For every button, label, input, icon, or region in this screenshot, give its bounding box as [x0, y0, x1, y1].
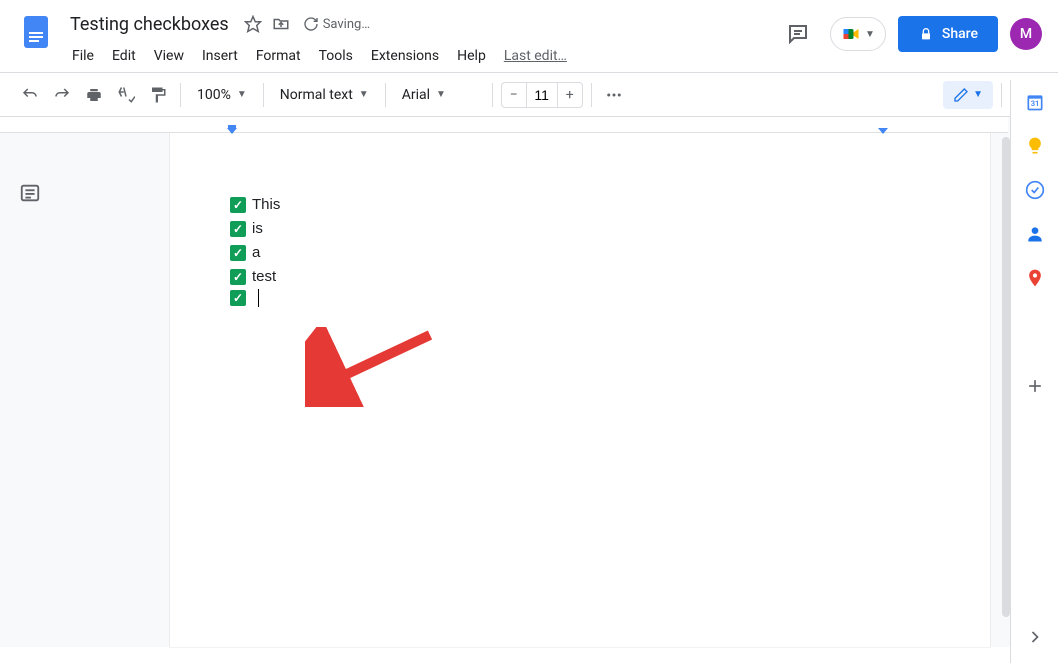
move-folder-icon[interactable] [271, 14, 291, 34]
menu-edit[interactable]: Edit [104, 44, 144, 68]
right-sidebar: 31 [1010, 80, 1058, 663]
checkbox-checked-icon[interactable] [230, 269, 246, 285]
toolbar-separator [180, 83, 181, 107]
checklist-item[interactable]: This [230, 193, 930, 217]
menu-help[interactable]: Help [449, 44, 494, 68]
saving-label: Saving… [323, 17, 370, 32]
print-button[interactable] [80, 81, 108, 109]
checklist-item[interactable]: a [230, 241, 930, 265]
editing-mode-button[interactable]: ▼ [943, 81, 993, 109]
outline-button[interactable] [14, 177, 46, 209]
checkbox-checked-icon[interactable] [230, 290, 246, 306]
checklist-item-text[interactable]: test [252, 265, 276, 289]
keep-icon[interactable] [1025, 136, 1045, 156]
avatar[interactable]: M [1010, 18, 1042, 50]
chevron-down-icon: ▼ [237, 89, 247, 100]
zoom-value: 100% [197, 87, 231, 103]
checkbox-checked-icon[interactable] [230, 221, 246, 237]
menu-extensions[interactable]: Extensions [363, 44, 447, 68]
undo-button[interactable] [16, 81, 44, 109]
style-value: Normal text [280, 87, 353, 103]
checkbox-checked-icon[interactable] [230, 245, 246, 261]
pencil-icon [953, 87, 969, 103]
toolbar: 100% ▼ Normal text ▼ Arial ▼ − + ▼ [0, 73, 1058, 117]
chevron-down-icon: ▼ [973, 89, 983, 100]
ruler-right-indent-marker[interactable] [877, 125, 889, 135]
font-size-control: − + [501, 82, 583, 108]
menu-tools[interactable]: Tools [311, 44, 361, 68]
star-icon[interactable] [243, 14, 263, 34]
menu-view[interactable]: View [146, 44, 192, 68]
menu-bar: File Edit View Insert Format Tools Exten… [64, 42, 778, 70]
ruler[interactable] [0, 117, 1008, 133]
font-size-input[interactable] [526, 83, 558, 107]
style-select[interactable]: Normal text ▼ [272, 83, 377, 107]
title-area: Testing checkboxes Saving… File Edit Vie… [64, 8, 778, 70]
toolbar-separator [263, 83, 264, 107]
more-tools-button[interactable] [600, 81, 628, 109]
header-right: ▼ Share M [778, 14, 1042, 54]
toolbar-separator [492, 83, 493, 107]
add-addon-icon[interactable] [1025, 376, 1045, 396]
saving-status: Saving… [303, 16, 370, 32]
redo-button[interactable] [48, 81, 76, 109]
meet-icon [841, 24, 861, 44]
tasks-icon[interactable] [1025, 180, 1045, 200]
font-size-increase[interactable]: + [558, 83, 582, 107]
toolbar-separator [1001, 83, 1002, 107]
checklist-item[interactable] [230, 289, 930, 307]
menu-file[interactable]: File [64, 44, 102, 68]
toolbar-separator [591, 83, 592, 107]
chevron-down-icon: ▼ [359, 89, 369, 100]
checklist-item-text[interactable]: is [252, 217, 263, 241]
maps-icon[interactable] [1025, 268, 1045, 288]
paint-format-button[interactable] [144, 81, 172, 109]
checklist-item[interactable]: is [230, 217, 930, 241]
svg-text:31: 31 [1030, 99, 1039, 108]
toolbar-separator [385, 83, 386, 107]
lock-icon [918, 26, 934, 42]
checklist-item-text[interactable]: a [252, 241, 260, 265]
collapse-sidebar-icon[interactable] [1025, 627, 1045, 647]
contacts-icon[interactable] [1025, 224, 1045, 244]
checklist: This is a test [230, 193, 930, 307]
font-select[interactable]: Arial ▼ [394, 83, 484, 107]
text-cursor [258, 289, 259, 307]
checklist-item[interactable]: test [230, 265, 930, 289]
spellcheck-button[interactable] [112, 81, 140, 109]
document-title[interactable]: Testing checkboxes [64, 12, 235, 37]
checklist-item-text[interactable]: This [252, 193, 280, 217]
menu-insert[interactable]: Insert [194, 44, 246, 68]
chevron-down-icon: ▼ [865, 29, 875, 40]
comments-icon[interactable] [778, 14, 818, 54]
checkbox-checked-icon[interactable] [230, 197, 246, 213]
meet-button[interactable]: ▼ [830, 17, 886, 51]
vertical-scrollbar[interactable] [1002, 137, 1010, 617]
calendar-icon[interactable]: 31 [1025, 92, 1045, 112]
cloud-sync-icon [303, 16, 319, 32]
font-value: Arial [402, 87, 430, 103]
zoom-select[interactable]: 100% ▼ [189, 83, 255, 107]
last-edit-link[interactable]: Last edit… [504, 48, 567, 64]
app-header: Testing checkboxes Saving… File Edit Vie… [0, 0, 1058, 64]
share-label: Share [942, 26, 978, 42]
ruler-left-indent-marker[interactable] [226, 125, 238, 135]
share-button[interactable]: Share [898, 16, 998, 52]
chevron-down-icon: ▼ [436, 89, 446, 100]
document-page[interactable]: This is a test [170, 133, 990, 647]
docs-logo[interactable] [16, 12, 56, 52]
title-row: Testing checkboxes Saving… [64, 8, 778, 40]
left-sidebar [0, 117, 60, 647]
canvas-area: This is a test [0, 117, 1058, 647]
font-size-decrease[interactable]: − [502, 83, 526, 107]
menu-format[interactable]: Format [248, 44, 309, 68]
